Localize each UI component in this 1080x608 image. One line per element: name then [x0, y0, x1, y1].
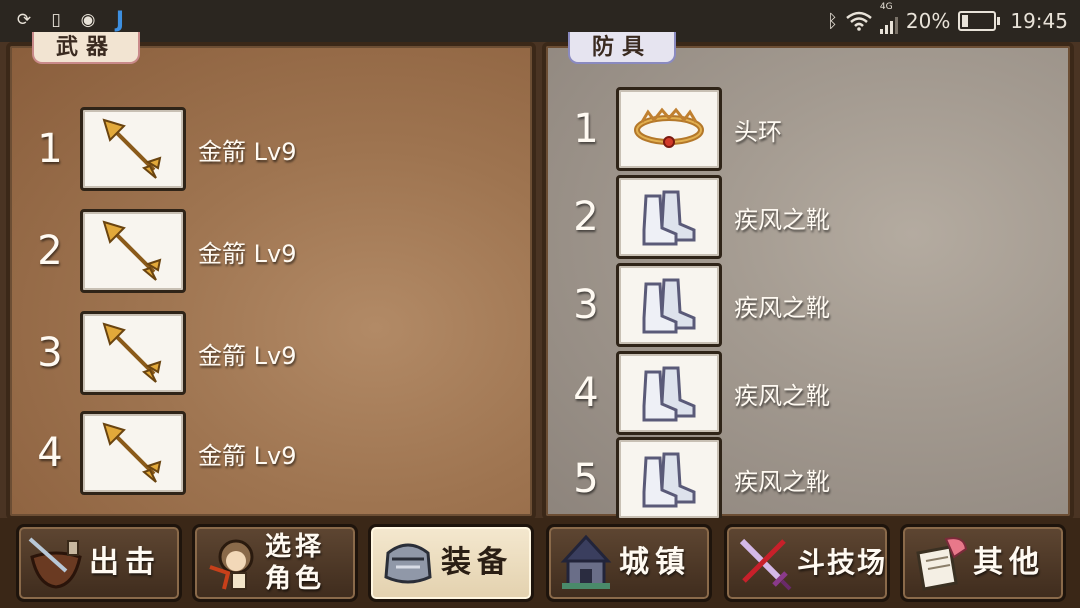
armor-name: 疾风之靴 — [734, 293, 830, 322]
armor-row[interactable]: 5 疾风之靴 — [556, 437, 830, 521]
sortie-icon — [23, 530, 89, 596]
weapon-slot-number: 4 — [37, 430, 63, 476]
arena-icon — [731, 530, 797, 596]
weapon-slot-number: 1 — [37, 126, 63, 172]
armor-name: 疾风之靴 — [734, 205, 830, 234]
weapon-tab-label: 武器 — [32, 32, 141, 64]
armor-slot-number: 2 — [573, 194, 599, 240]
armor-slot[interactable] — [616, 87, 722, 171]
character-icon — [199, 530, 265, 596]
weapon-name: 金箭 Lv9 — [198, 137, 297, 166]
town-icon — [553, 530, 619, 596]
armor-slot[interactable] — [616, 263, 722, 347]
armor-name: 疾风之靴 — [734, 381, 830, 410]
wifi-icon — [846, 11, 872, 31]
nav-label: 装备 — [441, 545, 513, 580]
armor-name: 头环 — [734, 117, 782, 146]
network-type: 4G — [879, 2, 893, 12]
nav-label-line2: 角色 — [265, 564, 326, 594]
weapon-row[interactable]: 3 金箭 Lv9 — [20, 311, 297, 395]
armor-row[interactable]: 1 头环 — [556, 87, 782, 171]
sim-icon: ▯ — [51, 10, 61, 30]
bottom-nav: 出击 选择 角色 装备 城镇 斗技场 其他 — [0, 518, 1080, 608]
armor-slot-number: 1 — [573, 106, 599, 152]
j-app-icon: J — [115, 7, 125, 33]
gold-arrow-icon — [102, 118, 162, 179]
armor-tab-label: 防具 — [568, 32, 677, 64]
nav-other-button[interactable]: 其他 — [900, 524, 1066, 602]
weapon-panel: 武器 1 金箭 Lv9 2 金箭 Lv9 3 金箭 Lv9 4 金箭 Lv9 — [6, 32, 536, 520]
nav-label: 城镇 — [619, 545, 691, 580]
nav-equipment-button[interactable]: 装备 — [368, 524, 534, 602]
bluetooth-icon: ᛒ — [827, 10, 838, 32]
weapon-row[interactable]: 4 金箭 Lv9 — [20, 411, 297, 495]
boots-icon — [642, 452, 696, 508]
nav-label: 斗技场 — [797, 546, 888, 579]
nav-town-button[interactable]: 城镇 — [546, 524, 712, 602]
armor-slot-number: 4 — [573, 370, 599, 416]
nav-label-line1: 选择 — [265, 532, 326, 562]
armor-panel: 防具 1 头环 2 疾风之靴 3 疾风之靴 4 疾风之靴 5 疾风之靴 — [542, 32, 1074, 521]
status-bar: ⟳ ▯ ◉ J ᛒ 4G 20% 19:45 — [0, 0, 1080, 42]
signal-icon — [879, 14, 898, 34]
weapon-slot-number: 3 — [37, 330, 63, 376]
armor-slot-number: 5 — [573, 456, 599, 502]
weapon-name: 金箭 Lv9 — [198, 239, 297, 268]
armor-slot[interactable] — [616, 437, 722, 521]
weapon-row[interactable]: 2 金箭 Lv9 — [20, 209, 297, 293]
boots-icon — [642, 190, 696, 246]
weapon-slot[interactable] — [80, 411, 186, 495]
nav-label: 其他 — [973, 545, 1045, 580]
battery-icon — [958, 11, 1001, 31]
armor-row[interactable]: 3 疾风之靴 — [556, 263, 830, 347]
clock: 19:45 — [1010, 9, 1068, 33]
weapon-name: 金箭 Lv9 — [198, 441, 297, 470]
nav-sortie-button[interactable]: 出击 — [16, 524, 182, 602]
other-icon — [907, 530, 973, 596]
armor-row[interactable]: 4 疾风之靴 — [556, 351, 830, 435]
weapon-row[interactable]: 1 金箭 Lv9 — [20, 107, 297, 191]
armor-slot[interactable] — [616, 351, 722, 435]
armor-slot[interactable] — [616, 175, 722, 259]
sync-icon: ⟳ — [16, 10, 32, 30]
battery-percent: 20% — [905, 9, 951, 33]
game-screen: 武器 1 金箭 Lv9 2 金箭 Lv9 3 金箭 Lv9 4 金箭 Lv9 防… — [0, 32, 1080, 608]
weapon-slot[interactable] — [80, 107, 186, 191]
nav-arena-button[interactable]: 斗技场 — [724, 524, 890, 602]
circlet-icon — [634, 107, 704, 148]
status-right: ᛒ 4G 20% 19:45 — [827, 2, 1068, 34]
weapon-slot[interactable] — [80, 311, 186, 395]
equipment-icon — [375, 530, 441, 596]
boots-icon — [642, 366, 696, 422]
boots-icon — [642, 278, 696, 334]
armor-slot-number: 3 — [573, 282, 599, 328]
nav-label: 出击 — [89, 545, 161, 580]
nav-label: 选择 角色 — [265, 531, 345, 595]
weapon-name: 金箭 Lv9 — [198, 341, 297, 370]
nav-character-button[interactable]: 选择 角色 — [192, 524, 358, 602]
gold-arrow-icon — [102, 422, 162, 483]
weapon-slot-number: 2 — [37, 228, 63, 274]
armor-row[interactable]: 2 疾风之靴 — [556, 175, 830, 259]
eye-icon: ◉ — [80, 10, 96, 30]
armor-name: 疾风之靴 — [734, 467, 830, 496]
weapon-slot[interactable] — [80, 209, 186, 293]
status-left-icons: ⟳ ▯ ◉ J — [14, 7, 130, 33]
gold-arrow-icon — [102, 322, 162, 383]
gold-arrow-icon — [102, 220, 162, 281]
